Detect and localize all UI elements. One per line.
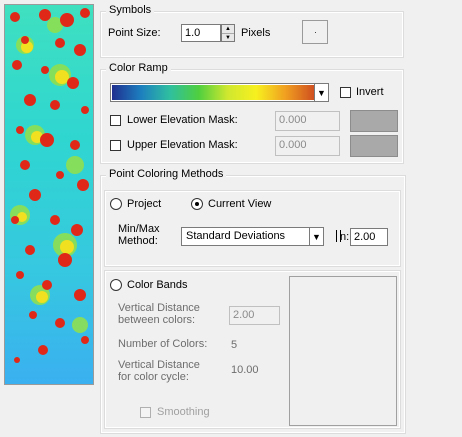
- color-bands-radio[interactable]: [110, 279, 122, 291]
- point-size-spinner[interactable]: ▲ ▼: [221, 24, 235, 42]
- color-bands-preview: [289, 276, 397, 426]
- upper-mask-label: Upper Elevation Mask:: [127, 139, 238, 151]
- project-label: Project: [127, 198, 162, 210]
- point-cloud-preview: [4, 4, 94, 385]
- upper-mask-checkbox[interactable]: [110, 140, 121, 151]
- method-value: Standard Deviations: [186, 230, 286, 242]
- num-colors-label: Number of Colors:: [118, 338, 208, 350]
- num-colors-value: 5: [231, 339, 238, 351]
- minmax-label-2: Method:: [118, 235, 158, 247]
- lower-mask-color-button[interactable]: [350, 110, 398, 132]
- cycle-label-2: for color cycle:: [118, 371, 189, 383]
- color-ramp-title: Color Ramp: [106, 62, 171, 74]
- cycle-value: 10.00: [231, 364, 259, 376]
- current-view-radio[interactable]: [191, 198, 203, 210]
- lower-mask-label: Lower Elevation Mask:: [127, 114, 238, 126]
- n-input[interactable]: 2.00: [350, 228, 388, 246]
- color-ramp-dropdown[interactable]: ▼: [110, 83, 329, 102]
- color-bands-label: Color Bands: [127, 279, 188, 291]
- upper-mask-color-button[interactable]: [350, 135, 398, 157]
- point-size-label: Point Size:: [108, 27, 161, 39]
- invert-checkbox[interactable]: [340, 87, 351, 98]
- point-size-input[interactable]: 1.0: [181, 24, 221, 42]
- pixels-label: Pixels: [241, 27, 271, 39]
- spin-up-icon[interactable]: ▲: [222, 25, 234, 34]
- method-select[interactable]: Standard Deviations ▼: [181, 227, 324, 246]
- point-dot-icon: [315, 32, 316, 33]
- smoothing-label: Smoothing: [157, 406, 210, 418]
- spin-down-icon[interactable]: ▼: [222, 34, 234, 42]
- lower-mask-input[interactable]: 0.000: [275, 111, 340, 131]
- vert-dist-label-2: between colors:: [118, 314, 196, 326]
- lower-mask-checkbox[interactable]: [110, 115, 121, 126]
- current-view-label: Current View: [208, 198, 272, 210]
- project-radio[interactable]: [110, 198, 122, 210]
- upper-mask-input[interactable]: 0.000: [275, 136, 340, 156]
- chevron-down-icon[interactable]: ▼: [309, 228, 323, 245]
- point-preview-swatch[interactable]: [302, 20, 328, 44]
- color-ramp-bar: [112, 85, 314, 100]
- smoothing-checkbox[interactable]: [140, 407, 151, 418]
- n-label: n:: [340, 231, 350, 243]
- invert-label: Invert: [356, 86, 384, 98]
- chevron-down-icon[interactable]: ▼: [314, 84, 328, 101]
- symbols-title: Symbols: [106, 4, 155, 16]
- point-coloring-title: Point Coloring Methods: [106, 168, 227, 180]
- vert-dist-input[interactable]: 2.00: [229, 306, 280, 325]
